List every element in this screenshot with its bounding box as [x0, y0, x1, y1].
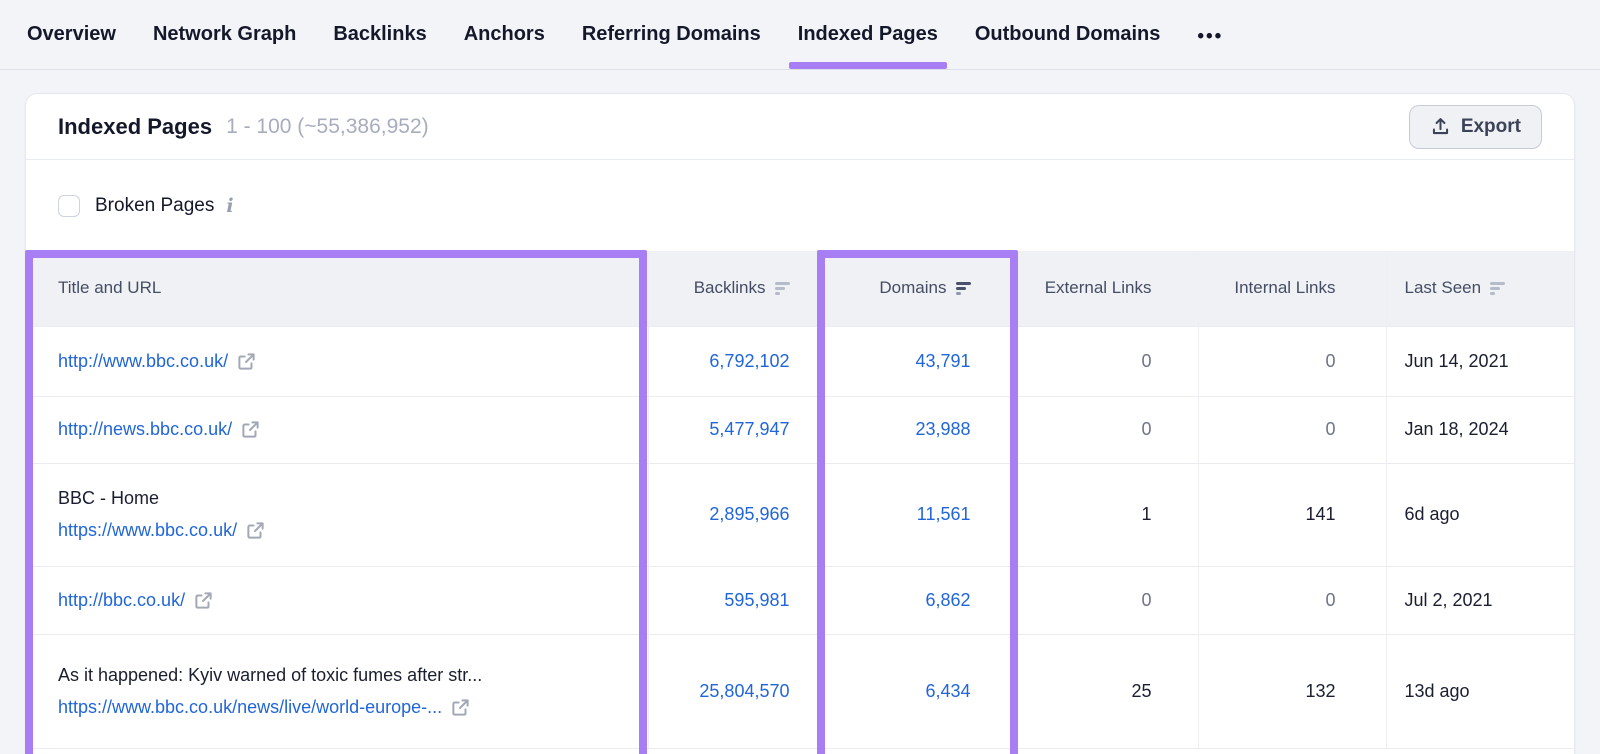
- column-header-backlinks[interactable]: Backlinks: [648, 251, 818, 326]
- external-links-count: 1: [1141, 504, 1151, 524]
- sort-icon: [1490, 282, 1505, 295]
- column-label: External Links: [1045, 278, 1152, 298]
- page-title-text: BBC - Home: [58, 488, 648, 509]
- last-seen-value: 6d ago: [1405, 504, 1460, 524]
- export-label: Export: [1461, 116, 1521, 138]
- external-link-icon[interactable]: [194, 591, 213, 610]
- internal-links-count: 0: [1325, 351, 1335, 371]
- panel-header: Indexed Pages 1 - 100 (~55,386,952) Expo…: [26, 94, 1574, 160]
- column-header-last-seen[interactable]: Last Seen: [1386, 251, 1574, 326]
- table-row: http://news.bbc.co.uk/ 5,477,947 23,988 …: [26, 396, 1574, 463]
- page-url-link[interactable]: https://www.bbc.co.uk/: [58, 520, 237, 541]
- external-links-count: 0: [1141, 419, 1151, 439]
- internal-links-count: 0: [1325, 419, 1335, 439]
- domains-count[interactable]: 6,434: [925, 681, 970, 701]
- last-seen-value: Jun 14, 2021: [1405, 351, 1509, 371]
- result-range-text: 1 - 100 (~55,386,952): [226, 115, 429, 139]
- backlinks-count[interactable]: 5,477,947: [709, 419, 789, 439]
- external-link-icon[interactable]: [451, 698, 470, 717]
- internal-links-count: 132: [1305, 681, 1335, 701]
- report-tab-bar: Overview Network Graph Backlinks Anchors…: [0, 0, 1600, 70]
- external-link-icon[interactable]: [246, 521, 265, 540]
- upload-icon: [1430, 116, 1451, 137]
- external-link-icon[interactable]: [241, 420, 260, 439]
- tab-anchors[interactable]: Anchors: [464, 0, 545, 69]
- column-header-external-links[interactable]: External Links: [1013, 251, 1198, 326]
- internal-links-count: 141: [1305, 504, 1335, 524]
- page-url-link[interactable]: http://news.bbc.co.uk/: [58, 419, 232, 440]
- tab-overview[interactable]: Overview: [27, 0, 116, 69]
- column-label: Title and URL: [58, 278, 161, 297]
- column-header-title-url[interactable]: Title and URL: [26, 251, 648, 326]
- external-links-count: 25: [1131, 681, 1151, 701]
- sort-icon: [775, 282, 790, 295]
- table-row: http://bbc.co.uk/ 595,981 6,862 0 0 Jul …: [26, 566, 1574, 634]
- domains-count[interactable]: 23,988: [915, 419, 970, 439]
- more-tabs-button[interactable]: •••: [1197, 0, 1223, 69]
- last-seen-value: 13d ago: [1405, 681, 1470, 701]
- indexed-pages-table: Title and URL Backlinks Domains External…: [26, 251, 1574, 749]
- external-links-count: 0: [1141, 590, 1151, 610]
- backlinks-count[interactable]: 25,804,570: [699, 681, 789, 701]
- column-label: Last Seen: [1405, 278, 1482, 298]
- tab-indexed-pages[interactable]: Indexed Pages: [798, 0, 938, 69]
- tab-referring-domains[interactable]: Referring Domains: [582, 0, 761, 69]
- page-title-text: As it happened: Kyiv warned of toxic fum…: [58, 665, 648, 686]
- backlinks-count[interactable]: 2,895,966: [709, 504, 789, 524]
- external-links-count: 0: [1141, 351, 1151, 371]
- broken-pages-label: Broken Pages: [95, 195, 214, 217]
- export-button[interactable]: Export: [1409, 105, 1542, 149]
- info-icon[interactable]: i: [226, 195, 233, 217]
- tab-backlinks[interactable]: Backlinks: [333, 0, 426, 69]
- column-header-domains[interactable]: Domains: [818, 251, 1013, 326]
- column-label: Domains: [879, 278, 946, 298]
- domains-count[interactable]: 6,862: [925, 590, 970, 610]
- broken-pages-checkbox[interactable]: [58, 195, 80, 217]
- column-label: Internal Links: [1234, 278, 1335, 298]
- table-row: http://www.bbc.co.uk/ 6,792,102 43,791 0…: [26, 326, 1574, 396]
- domains-count[interactable]: 43,791: [915, 351, 970, 371]
- page-url-link[interactable]: http://bbc.co.uk/: [58, 590, 185, 611]
- last-seen-value: Jul 2, 2021: [1405, 590, 1493, 610]
- internal-links-count: 0: [1325, 590, 1335, 610]
- filter-row: Broken Pages i: [26, 160, 1574, 251]
- backlinks-count[interactable]: 6,792,102: [709, 351, 789, 371]
- external-link-icon[interactable]: [237, 352, 256, 371]
- page-url-link[interactable]: http://www.bbc.co.uk/: [58, 351, 228, 372]
- table-row: BBC - Home https://www.bbc.co.uk/ 2,895,…: [26, 463, 1574, 566]
- indexed-pages-panel: Indexed Pages 1 - 100 (~55,386,952) Expo…: [25, 93, 1575, 754]
- column-label: Backlinks: [694, 278, 766, 298]
- backlinks-count[interactable]: 595,981: [724, 590, 789, 610]
- tab-outbound-domains[interactable]: Outbound Domains: [975, 0, 1161, 69]
- sort-active-icon: [956, 282, 971, 295]
- page-title: Indexed Pages: [58, 114, 212, 140]
- last-seen-value: Jan 18, 2024: [1405, 419, 1509, 439]
- table-row: As it happened: Kyiv warned of toxic fum…: [26, 634, 1574, 748]
- page-url-link[interactable]: https://www.bbc.co.uk/news/live/world-eu…: [58, 697, 442, 718]
- domains-count[interactable]: 11,561: [917, 504, 971, 524]
- tab-network-graph[interactable]: Network Graph: [153, 0, 296, 69]
- table-header-row: Title and URL Backlinks Domains External…: [26, 251, 1574, 326]
- column-header-internal-links[interactable]: Internal Links: [1198, 251, 1386, 326]
